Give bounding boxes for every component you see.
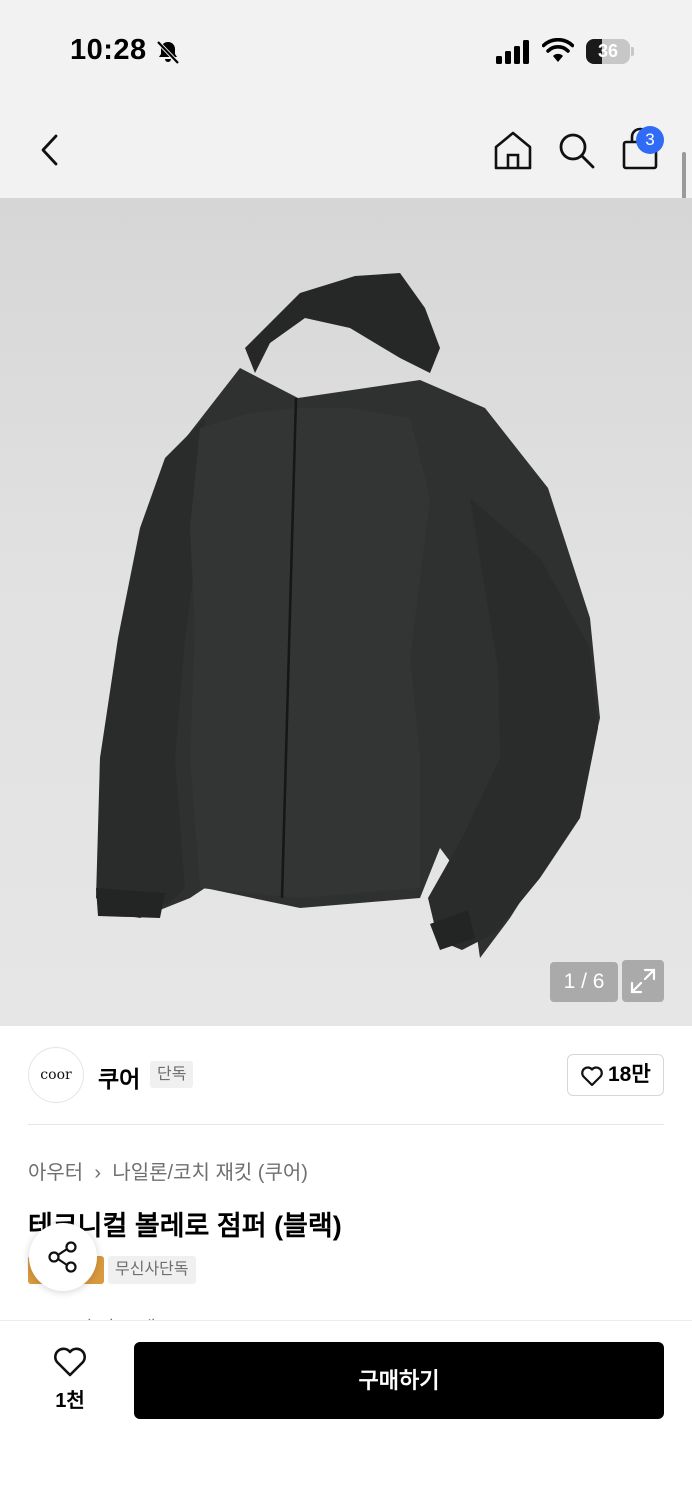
- back-chevron-icon[interactable]: [30, 128, 70, 172]
- bell-slash-icon: [156, 40, 180, 65]
- wish-button[interactable]: 1천: [40, 1346, 100, 1416]
- jacket-image: [96, 273, 600, 958]
- brand-like-button[interactable]: 18만: [567, 1054, 664, 1096]
- divider: [28, 1124, 664, 1125]
- cart-count-badge: 3: [636, 126, 664, 154]
- share-icon: [48, 1241, 77, 1273]
- heart-icon: [54, 1347, 86, 1377]
- buy-button[interactable]: 구매하기: [134, 1342, 664, 1419]
- chevron-right-icon: ›: [94, 1162, 102, 1184]
- signal-icon: [496, 40, 529, 64]
- product-image[interactable]: [0, 198, 692, 1026]
- expand-icon: [630, 968, 656, 994]
- expand-button[interactable]: [622, 960, 664, 1002]
- home-icon[interactable]: [492, 128, 534, 172]
- musinsa-exclusive-tag: 무신사단독: [108, 1256, 196, 1284]
- heart-icon: [581, 1066, 603, 1087]
- wifi-icon: [542, 38, 574, 62]
- status-bar: 10:28 36: [0, 0, 692, 100]
- breadcrumb-category[interactable]: 아우터: [28, 1162, 83, 1184]
- battery-icon: 36: [586, 39, 634, 64]
- brand-like-count: 18만: [608, 1063, 651, 1086]
- brand-name[interactable]: 쿠어: [98, 1060, 140, 1094]
- image-counter: 1 / 6: [550, 962, 618, 1002]
- breadcrumb: 아우터 › 나일론/코치 재킷 (쿠어): [28, 1156, 308, 1185]
- breadcrumb-subcategory[interactable]: 나일론/코치 재킷 (쿠어): [112, 1162, 308, 1184]
- wish-count: 1천: [55, 1390, 85, 1412]
- share-button[interactable]: [29, 1223, 97, 1291]
- search-icon[interactable]: [556, 130, 596, 170]
- status-time: 10:28: [70, 34, 147, 66]
- brand-exclusive-tag: 단독: [150, 1061, 194, 1088]
- brand-logo[interactable]: coor: [28, 1047, 84, 1103]
- battery-level: 36: [597, 41, 619, 61]
